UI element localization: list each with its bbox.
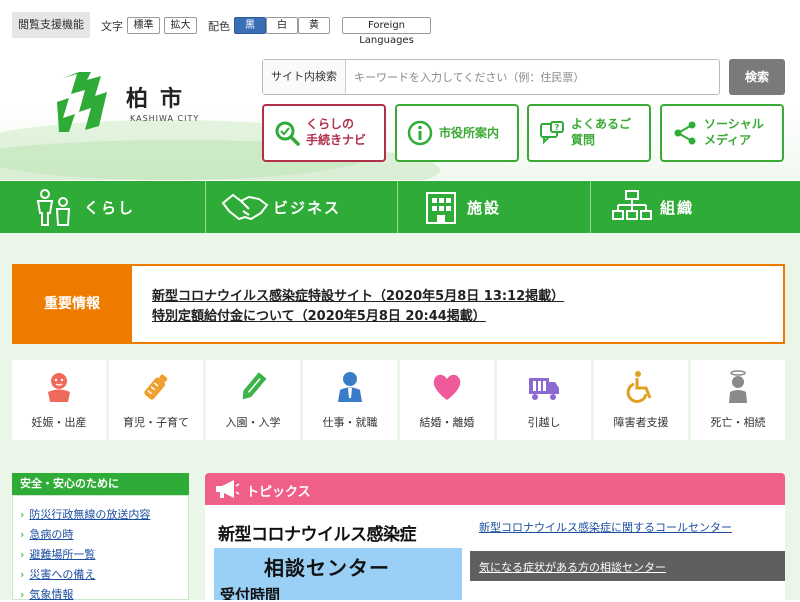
quick-nav-procedures[interactable]: くらしの 手続きナビ — [262, 104, 386, 162]
topic-link-symptom-center[interactable]: 気になる症状がある方の相談センター — [479, 559, 666, 575]
city-name: 柏市 — [126, 87, 195, 112]
category-marriage[interactable]: 結婚・離婚 — [400, 360, 494, 440]
pencil-icon — [242, 372, 267, 400]
baby-bottle-icon — [144, 374, 168, 400]
nav-label: くらし — [84, 199, 136, 217]
search-button[interactable]: 検索 — [729, 59, 785, 95]
quick-nav-faq[interactable]: ? よくあるご 質問 — [527, 104, 651, 162]
important-link-covid[interactable]: 新型コロナウイルス感染症特設サイト（2020年5月8日 13:12掲載） — [152, 285, 564, 304]
quick-nav-label: ソーシャル メディア — [704, 117, 764, 147]
important-info-label: 重要情報 — [12, 264, 132, 344]
category-moving[interactable]: 引越し — [497, 360, 591, 440]
accessibility-title: 閲覧支援機能 — [12, 12, 90, 38]
category-label: 妊娠・出産 — [31, 416, 87, 429]
kashiwa-logo-icon[interactable] — [55, 72, 111, 134]
text-size-standard-button[interactable]: 標準 — [127, 17, 160, 34]
text-size-label: 文字 — [101, 20, 123, 33]
color-black-button[interactable]: 黒 — [234, 17, 266, 34]
category-label: 引越し — [527, 416, 561, 429]
important-link-benefit[interactable]: 特別定額給付金について（2020年5月8日 20:44掲載） — [152, 305, 486, 324]
heart-icon — [433, 374, 461, 400]
nav-label: ビジネス — [273, 199, 342, 217]
svg-text:?: ? — [555, 123, 560, 132]
megaphone-icon — [216, 480, 240, 498]
safety-link[interactable]: 防災行政無線の放送内容 — [20, 506, 150, 522]
question-bubble-icon: ? — [540, 121, 564, 145]
building-icon — [426, 192, 456, 224]
category-label: 死亡・相続 — [710, 416, 766, 429]
quick-nav-label: よくあるご 質問 — [571, 117, 632, 147]
nav-item-living[interactable]: くらし — [12, 181, 202, 233]
covid-consultation-banner[interactable]: 新型コロナウイルス感染症 相談センター 受付時間 — [214, 514, 462, 600]
share-icon — [674, 121, 696, 145]
quick-nav-social-media[interactable]: ソーシャル メディア — [660, 104, 784, 162]
category-work[interactable]: 仕事・就職 — [303, 360, 397, 440]
safety-panel-title: 安全・安心のために — [12, 473, 189, 495]
nav-item-business[interactable]: ビジネス — [205, 181, 395, 233]
category-death-inheritance[interactable]: 死亡・相続 — [691, 360, 785, 440]
foreign-languages-button[interactable]: Foreign Languages — [342, 17, 431, 46]
category-label: 育児・子育て — [123, 416, 189, 429]
banner-line: 新型コロナウイルス感染症 — [218, 525, 417, 545]
banner-line: 受付時間 — [220, 586, 281, 600]
quick-nav-label: くらしの 手続きナビ — [306, 117, 367, 147]
category-disability-support[interactable]: 障害者支援 — [594, 360, 688, 440]
search-label: サイト内検索 — [263, 60, 346, 94]
category-label: 障害者支援 — [613, 416, 669, 429]
color-scheme-label: 配色 — [208, 20, 230, 33]
text-size-large-button[interactable]: 拡大 — [164, 17, 197, 34]
baby-icon — [48, 373, 70, 402]
search-input[interactable] — [346, 60, 716, 94]
quick-nav-city-hall[interactable]: 市役所案内 — [395, 104, 519, 162]
color-yellow-button[interactable]: 黄 — [298, 17, 330, 34]
category-pregnancy[interactable]: 妊娠・出産 — [12, 360, 106, 440]
nav-item-organization[interactable]: 組織 — [590, 181, 780, 233]
nav-item-facilities[interactable]: 施設 — [397, 181, 587, 233]
handshake-icon — [221, 193, 269, 221]
banner-line: 相談センター — [264, 556, 390, 580]
topic-link-call-center[interactable]: 新型コロナウイルス感染症に関するコールセンター — [479, 519, 732, 535]
city-name-english: KASHIWA CITY — [130, 114, 200, 123]
nav-label: 施設 — [467, 199, 502, 217]
safety-link[interactable]: 急病の時 — [20, 526, 73, 542]
family-icon — [36, 189, 71, 226]
businessman-icon — [338, 372, 362, 402]
truck-icon — [529, 378, 559, 400]
category-childcare[interactable]: 育児・子育て — [109, 360, 203, 440]
color-white-button[interactable]: 白 — [266, 17, 298, 34]
org-chart-icon — [612, 190, 652, 220]
nav-label: 組織 — [660, 199, 695, 217]
info-icon — [407, 120, 433, 146]
category-label: 仕事・就職 — [322, 416, 378, 429]
category-label: 結婚・離婚 — [419, 416, 475, 429]
category-label: 入園・入学 — [225, 416, 281, 429]
angel-icon — [729, 370, 747, 403]
wheelchair-icon — [626, 371, 652, 403]
magnifier-check-icon — [275, 121, 300, 146]
quick-nav-label: 市役所案内 — [439, 126, 500, 140]
safety-link[interactable]: 災害への備え — [20, 566, 95, 582]
category-school[interactable]: 入園・入学 — [206, 360, 300, 440]
topics-title: トピックス — [246, 485, 311, 500]
safety-link[interactable]: 避難場所一覧 — [20, 546, 95, 562]
